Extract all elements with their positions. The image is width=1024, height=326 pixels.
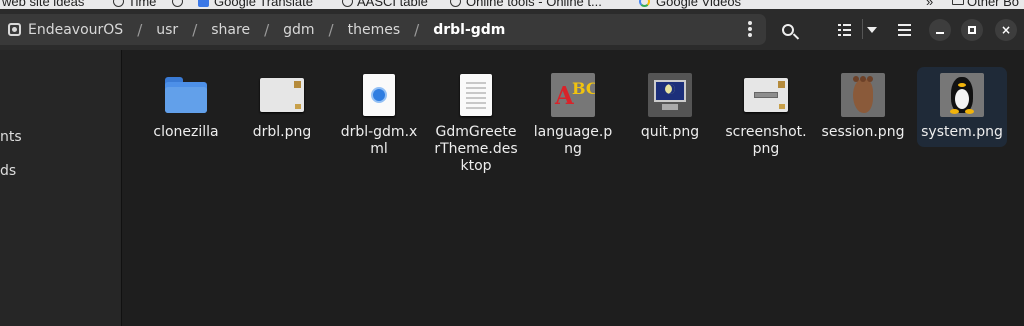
drive-icon: [8, 23, 21, 36]
sidebar-item-documents[interactable]: nts: [0, 129, 22, 145]
file-item[interactable]: A BC language.png: [528, 67, 618, 164]
file-name: quit.png: [640, 124, 700, 140]
file-name: language.png: [533, 124, 613, 157]
xml-document-icon: [355, 71, 403, 119]
path-separator: /: [192, 20, 198, 39]
file-item[interactable]: clonezilla: [141, 67, 231, 147]
minimize-icon: [936, 31, 944, 34]
file-item[interactable]: GdmGreeterTheme.desktop: [431, 67, 521, 181]
minimize-button[interactable]: [929, 19, 951, 41]
bookmark-time[interactable]: Time: [128, 0, 156, 9]
file-item[interactable]: session.png: [818, 67, 908, 147]
file-item-selected[interactable]: system.png: [917, 67, 1007, 147]
globe-icon: [113, 0, 124, 7]
bookmark-web-site-ideas[interactable]: web site ideas: [2, 0, 84, 9]
globe-icon: [342, 0, 353, 7]
path-menu-kebab-icon[interactable]: [748, 21, 752, 37]
path-separator: /: [264, 20, 270, 39]
sidebar-item-downloads[interactable]: ds: [0, 163, 16, 179]
crumb-drbl-gdm-current[interactable]: drbl-gdm: [433, 22, 505, 38]
search-button[interactable]: [778, 21, 798, 39]
bookmark-aasci-table[interactable]: AASCI table: [357, 0, 428, 9]
translate-icon: [198, 0, 209, 7]
path-separator: /: [414, 20, 420, 39]
file-item[interactable]: drbl-gdm.xml: [334, 67, 424, 164]
crumb-gdm[interactable]: gdm: [283, 22, 314, 38]
tux-penguin-icon: [938, 71, 986, 119]
folder-icon: [952, 0, 964, 5]
crumb-share[interactable]: share: [211, 22, 250, 38]
browser-bookmarks-bar: web site ideas Time Google Translate AAS…: [0, 0, 1024, 9]
bookmark-other-bookmarks[interactable]: Other Bo: [967, 0, 1019, 9]
file-name: clonezilla: [153, 124, 219, 140]
file-item[interactable]: quit.png: [625, 67, 715, 147]
language-abc-icon: A BC: [549, 71, 597, 119]
file-item[interactable]: drbl.png: [237, 67, 327, 147]
image-thumbnail-icon: [258, 71, 306, 119]
maximize-button[interactable]: [961, 19, 983, 41]
file-name: screenshot.png: [725, 124, 807, 157]
folder-icon: [162, 71, 210, 119]
file-name: session.png: [821, 124, 905, 140]
file-name: system.png: [921, 124, 1003, 140]
search-icon: [782, 24, 794, 36]
maximize-icon: [968, 26, 976, 34]
crumb-endeavouros[interactable]: EndeavourOS: [28, 22, 123, 38]
close-button[interactable]: ×: [995, 19, 1017, 41]
globe-icon: [172, 0, 183, 7]
view-options-dropdown[interactable]: [865, 25, 879, 35]
sidebar: nts ds: [0, 50, 122, 326]
google-icon: [639, 0, 650, 7]
bookmark-online-tools[interactable]: Online tools - Online t...: [466, 0, 602, 9]
chevron-down-icon: [867, 27, 877, 33]
footprint-icon: [839, 71, 887, 119]
globe-icon: [450, 0, 461, 7]
path-separator: /: [137, 20, 143, 39]
view-list-button[interactable]: [836, 22, 852, 38]
hamburger-menu-icon: [897, 24, 911, 36]
main-menu-button[interactable]: [896, 22, 912, 38]
header-bar: EndeavourOS / usr / share / gdm / themes…: [0, 9, 1024, 50]
location-pathbar: EndeavourOS / usr / share / gdm / themes…: [0, 14, 766, 45]
file-view: clonezilla drbl.png drbl-gdm.xml GdmGree…: [123, 50, 1024, 326]
bookmarks-overflow-chevron[interactable]: »: [926, 0, 933, 9]
bookmark-google-translate[interactable]: Google Translate: [214, 0, 313, 9]
file-name: drbl.png: [252, 124, 312, 140]
monitor-moon-icon: [646, 71, 694, 119]
bookmark-google-videos[interactable]: Google Videos: [656, 0, 741, 9]
list-view-icon: [837, 24, 851, 36]
close-icon: ×: [1000, 23, 1012, 37]
image-thumbnail-icon: [742, 71, 790, 119]
text-document-icon: [452, 71, 500, 119]
file-name: drbl-gdm.xml: [340, 124, 418, 157]
path-separator: /: [328, 20, 334, 39]
file-name: GdmGreeterTheme.desktop: [434, 124, 518, 174]
crumb-usr[interactable]: usr: [156, 22, 178, 38]
crumb-themes[interactable]: themes: [348, 22, 401, 38]
file-item[interactable]: screenshot.png: [721, 67, 811, 164]
button-divider: [862, 19, 863, 39]
